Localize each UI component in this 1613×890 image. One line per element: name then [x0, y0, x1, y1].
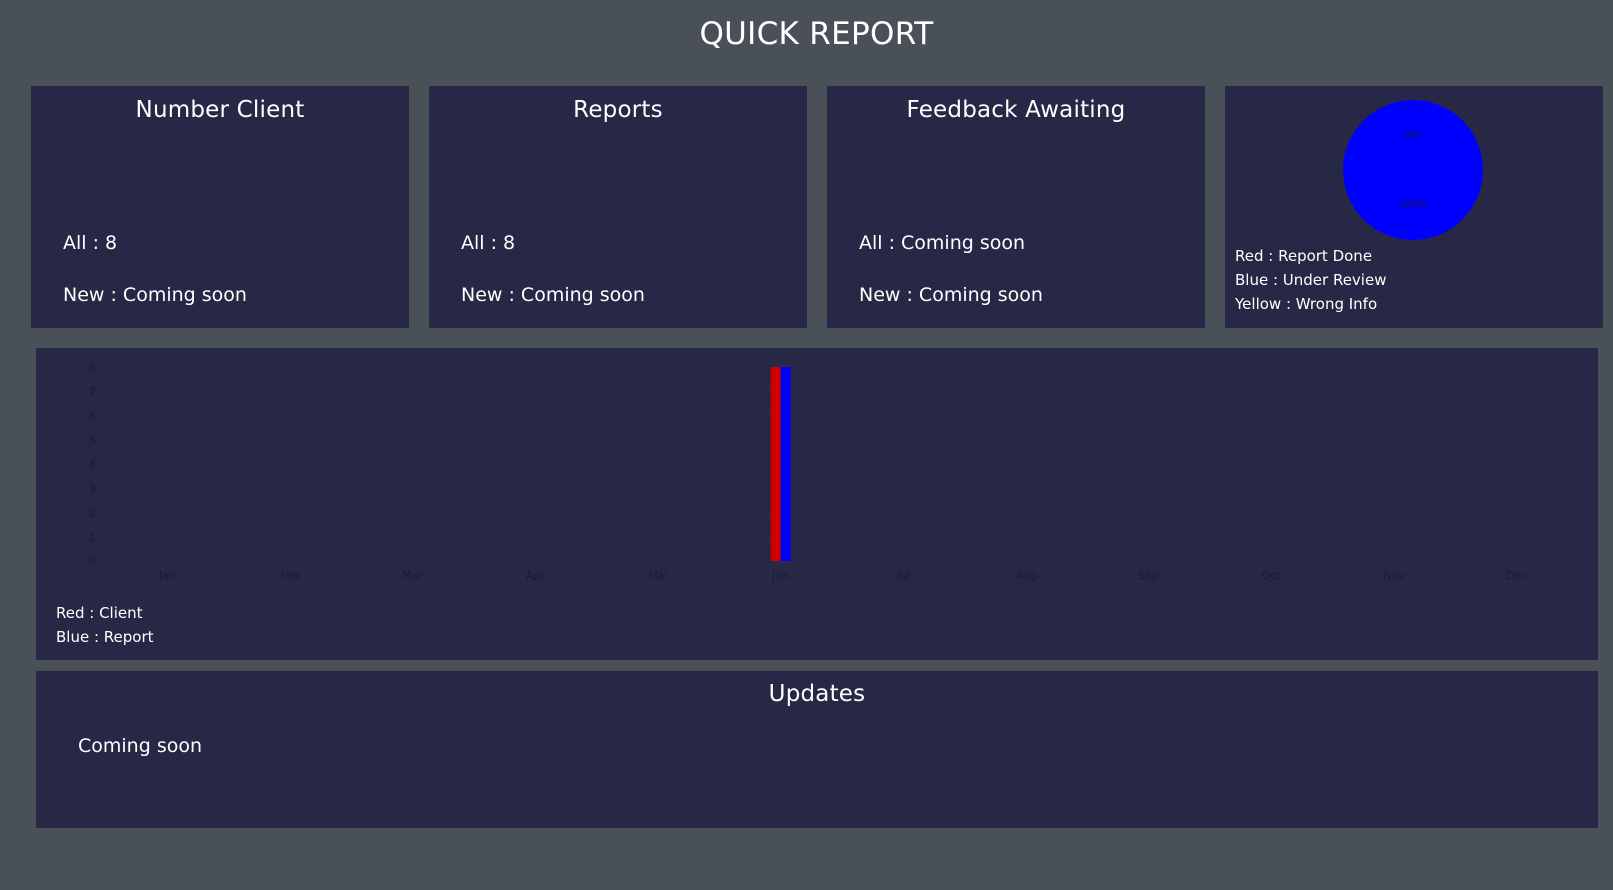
feedback-card: Feedback Awaiting All : Coming soon New …: [827, 86, 1205, 328]
feedback-card-title: Feedback Awaiting: [906, 97, 1126, 123]
pie-label-zero-percent: 0%: [1405, 130, 1421, 141]
status-pie-svg: 0% 100%: [1343, 100, 1483, 240]
x-tick-label-nov: Nov: [1383, 569, 1405, 582]
clients-new-count: New : Coming soon: [63, 284, 247, 306]
y-tick-label-3: 3: [89, 482, 96, 495]
x-tick-label-aug: Aug: [1015, 569, 1036, 582]
x-tick-label-feb: Feb: [280, 569, 299, 582]
reports-all-count: All : 8: [461, 232, 516, 254]
x-tick-label-jan: Jan: [158, 569, 176, 582]
feedback-all-count: All : Coming soon: [859, 232, 1026, 254]
clients-card: Number Client All : 8 New : Coming soon: [31, 86, 409, 328]
bar-legend-client: Red : Client: [56, 604, 143, 622]
updates-title: Updates: [768, 681, 866, 707]
x-tick-label-oct: Oct: [1262, 569, 1282, 582]
page-title: QUICK REPORT: [699, 16, 934, 52]
pie-slice-under-review: [1343, 100, 1483, 240]
pie-legend-under-review: Blue : Under Review: [1235, 271, 1387, 289]
status-pie-card: 0% 100% Red : Report Done Blue : Under Re…: [1225, 86, 1603, 328]
reports-new-count: New : Coming soon: [461, 284, 645, 306]
pie-label-hundred-percent: 100%: [1399, 199, 1428, 210]
y-tick-label-4: 4: [89, 458, 96, 471]
bar-series2-jun: [780, 367, 791, 561]
y-tick-label-1: 1: [89, 531, 96, 544]
clients-card-title: Number Client: [135, 97, 305, 123]
x-tick-label-apr: Apr: [526, 569, 546, 582]
pie-legend-wrong-info: Yellow : Wrong Info: [1235, 295, 1378, 313]
monthly-bar-chart: 0 1 2 3 4 5 6 7 8 Jan Feb Mar Apr Mai Jun Jul Aug Sep Oct N…: [89, 361, 1578, 582]
clients-all-count: All : 8: [63, 232, 118, 254]
x-tick-label-sep: Sep: [1138, 569, 1159, 582]
y-tick-label-8: 8: [89, 361, 96, 374]
y-tick-label-2: 2: [89, 507, 96, 520]
x-tick-label-jun: Jun: [771, 569, 789, 582]
monthly-bar-chart-card: 0 1 2 3 4 5 6 7 8 Jan Feb Mar Apr Mai Jun Jul Aug Sep Oct N…: [36, 348, 1598, 660]
bar-series1-jun: [770, 367, 781, 561]
x-tick-label-dec: Dec: [1506, 569, 1527, 582]
x-tick-label-mai: Mai: [648, 569, 667, 582]
pie-legend-report-done: Red : Report Done: [1235, 247, 1373, 265]
x-tick-label-jul: Jul: [896, 569, 910, 582]
reports-card-title: Reports: [573, 97, 663, 123]
feedback-new-count: New : Coming soon: [859, 284, 1043, 306]
y-tick-label-7: 7: [89, 385, 96, 398]
x-tick-label-mar: Mar: [402, 569, 423, 582]
y-tick-label-5: 5: [89, 434, 96, 447]
updates-body: Coming soon: [78, 735, 203, 757]
reports-card: Reports All : 8 New : Coming soon: [429, 86, 807, 328]
y-tick-label-0: 0: [89, 555, 96, 568]
status-pie-chart: 0% 100%: [1343, 100, 1483, 240]
y-tick-label-6: 6: [89, 410, 96, 423]
bar-legend-report: Blue : Report: [56, 628, 154, 646]
updates-card: Updates Coming soon: [36, 671, 1598, 828]
